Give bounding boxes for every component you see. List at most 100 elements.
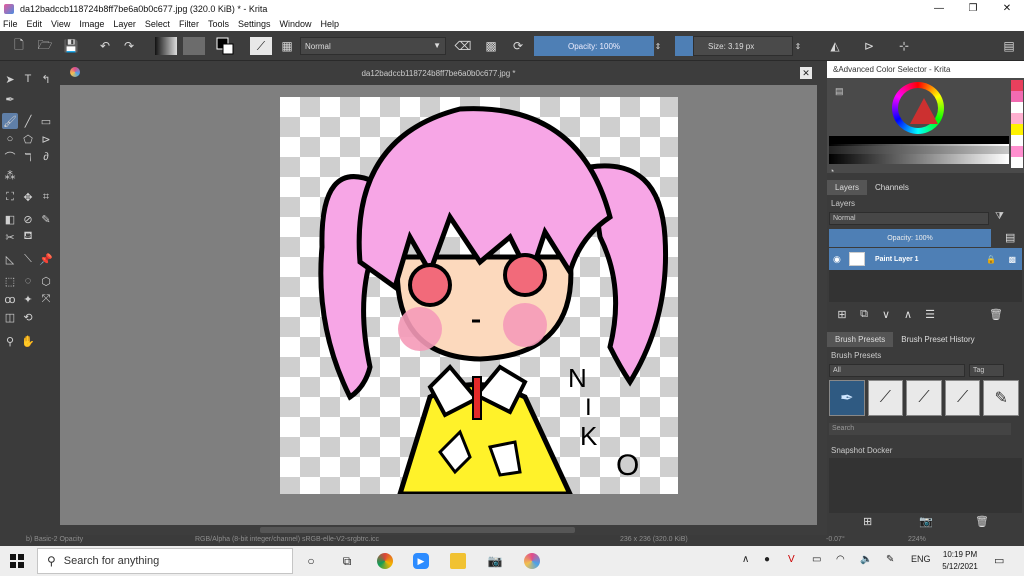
- delete-snapshot-icon[interactable]: 🗑: [975, 515, 989, 528]
- save-icon[interactable]: 💾: [62, 37, 80, 55]
- crop-tool-icon[interactable]: ⌗: [38, 189, 54, 205]
- menu-select[interactable]: Select: [145, 19, 170, 29]
- move-layer-down-icon[interactable]: ∨: [879, 308, 893, 321]
- select-shapes-tool-icon[interactable]: ➤: [2, 71, 18, 87]
- eraser-icon[interactable]: ⌫: [454, 37, 472, 55]
- opacity-slider[interactable]: Opacity: 100%: [534, 36, 654, 56]
- preset-pencil-icon[interactable]: ✎: [983, 380, 1019, 416]
- snapshot-camera-icon[interactable]: 📷: [919, 515, 933, 528]
- text-tool-icon[interactable]: T: [20, 71, 36, 87]
- color-patch[interactable]: [1011, 146, 1023, 157]
- color-picker-tool-icon[interactable]: ⊘: [20, 211, 36, 227]
- lock-icon[interactable]: 🔒: [986, 255, 996, 264]
- brush-preset-icon[interactable]: ⟋: [250, 37, 272, 55]
- smart-patch-tool-icon[interactable]: ✂: [2, 229, 18, 245]
- contiguous-select-tool-icon[interactable]: ✦: [20, 291, 36, 307]
- drawing-canvas[interactable]: N I K O: [280, 97, 678, 494]
- bezier-select-tool-icon[interactable]: ◫: [2, 309, 18, 325]
- menu-image[interactable]: Image: [79, 19, 104, 29]
- bezier-tool-icon[interactable]: ⌒: [2, 149, 18, 165]
- preset-marker-icon[interactable]: ⟋: [944, 380, 981, 416]
- tab-brush-presets[interactable]: Brush Presets: [827, 332, 894, 347]
- undo-icon[interactable]: ↶: [96, 37, 114, 55]
- gradient-selector[interactable]: [155, 37, 177, 55]
- ellipse-tool-icon[interactable]: ○: [2, 131, 18, 147]
- zoom-tool-icon[interactable]: ⚲: [2, 333, 18, 349]
- menu-edit[interactable]: Edit: [27, 19, 43, 29]
- fill-tool-icon[interactable]: ⛾: [20, 229, 36, 245]
- blend-mode-select[interactable]: Normal ▼: [300, 37, 446, 55]
- close-document-button[interactable]: ✕: [800, 67, 812, 79]
- tray-app-icon[interactable]: ●: [764, 554, 770, 565]
- menu-file[interactable]: File: [3, 19, 18, 29]
- document-tab[interactable]: da12badccb118724b8ff7be6a0b0c677.jpg * ✕: [60, 61, 817, 85]
- magnetic-select-tool-icon[interactable]: ⟲: [20, 309, 36, 325]
- shade-selector[interactable]: [829, 136, 1009, 164]
- brush-settings-icon[interactable]: ▦: [278, 37, 296, 55]
- visibility-eye-icon[interactable]: ◉: [833, 254, 845, 265]
- color-wheel[interactable]: [892, 82, 944, 134]
- layer-row[interactable]: ◉ Paint Layer 1 🔒 ▩: [829, 248, 1022, 270]
- pattern-selector[interactable]: [183, 37, 205, 55]
- size-slider[interactable]: Size: 3.19 px: [693, 36, 793, 56]
- preset-ink-pen-icon[interactable]: ✒: [829, 380, 865, 416]
- polygon-select-tool-icon[interactable]: ⬡: [38, 273, 54, 289]
- preserve-alpha-icon[interactable]: ▩: [482, 37, 500, 55]
- color-triangle[interactable]: [910, 98, 938, 124]
- pan-tool-icon[interactable]: ✋: [20, 333, 36, 349]
- polygon-tool-icon[interactable]: ⬠: [20, 131, 36, 147]
- wifi-icon[interactable]: ◠: [836, 554, 845, 565]
- tab-channels[interactable]: Channels: [867, 180, 917, 195]
- task-view-icon[interactable]: ⧉: [339, 553, 355, 569]
- freehand-brush-tool-icon[interactable]: 🖌: [2, 113, 18, 129]
- redo-icon[interactable]: ↷: [120, 37, 138, 55]
- reference-tool-icon[interactable]: 📌: [38, 251, 54, 267]
- preset-airbrush-icon[interactable]: ⟋: [867, 380, 904, 416]
- menu-filter[interactable]: Filter: [179, 19, 199, 29]
- zoom-app-icon[interactable]: ▶: [413, 553, 429, 569]
- alpha-lock-icon[interactable]: ▩: [1008, 255, 1016, 264]
- camera-app-icon[interactable]: 📷: [487, 553, 503, 569]
- windows-start-icon[interactable]: [10, 554, 24, 568]
- color-patches[interactable]: [1011, 80, 1023, 168]
- color-selector-settings-icon[interactable]: ▤: [835, 86, 844, 97]
- tray-chevron-up-icon[interactable]: ∧: [742, 554, 749, 565]
- color-patch[interactable]: [1011, 113, 1023, 124]
- wrap-around-icon[interactable]: ⊹: [895, 37, 913, 55]
- mirror-vertical-icon[interactable]: ⊳: [860, 37, 878, 55]
- chrome-icon[interactable]: [377, 553, 393, 569]
- mirror-horizontal-icon[interactable]: ◭: [826, 37, 844, 55]
- horizontal-scrollbar[interactable]: [60, 525, 817, 535]
- menu-layer[interactable]: Layer: [113, 19, 136, 29]
- notifications-icon[interactable]: ▭: [994, 554, 1004, 567]
- horizontal-scroll-thumb[interactable]: [260, 527, 575, 533]
- measure-tool-icon[interactable]: ⟍: [20, 251, 36, 267]
- language-indicator[interactable]: ENG: [911, 554, 931, 564]
- color-patch[interactable]: [1011, 124, 1023, 135]
- minimize-button[interactable]: —: [922, 0, 956, 17]
- file-explorer-icon[interactable]: [450, 553, 466, 569]
- opacity-stepper[interactable]: ⇕: [653, 37, 663, 55]
- multibrush-tool-icon[interactable]: ⁂: [2, 167, 18, 183]
- preset-search-input[interactable]: Search: [829, 423, 1011, 435]
- menu-view[interactable]: View: [51, 19, 70, 29]
- menu-tools[interactable]: Tools: [208, 19, 229, 29]
- menu-settings[interactable]: Settings: [238, 19, 271, 29]
- color-patch[interactable]: [1011, 135, 1023, 146]
- layer-blend-mode-select[interactable]: Normal: [829, 212, 989, 225]
- duplicate-layer-icon[interactable]: ⧉: [857, 308, 871, 321]
- close-window-button[interactable]: ✕: [990, 0, 1024, 17]
- freehand-path-tool-icon[interactable]: ℸ: [20, 149, 36, 165]
- system-clock[interactable]: 10:19 PM 5/12/2021: [933, 549, 987, 573]
- reload-preset-icon[interactable]: ⟳: [509, 37, 527, 55]
- color-patch[interactable]: [1011, 102, 1023, 113]
- maximize-button[interactable]: ❐: [956, 0, 990, 17]
- ellipse-select-tool-icon[interactable]: ◌: [20, 273, 36, 289]
- preset-filter-select[interactable]: All: [829, 364, 965, 377]
- transform-tool-icon[interactable]: ⛶: [2, 189, 18, 205]
- tray-vivaldi-icon[interactable]: V: [788, 554, 795, 565]
- rect-select-tool-icon[interactable]: ⬚: [2, 273, 18, 289]
- tag-select[interactable]: Tag: [969, 364, 1004, 377]
- advanced-color-selector[interactable]: ▤ ◔: [827, 78, 1024, 176]
- tab-layers[interactable]: Layers: [827, 180, 868, 195]
